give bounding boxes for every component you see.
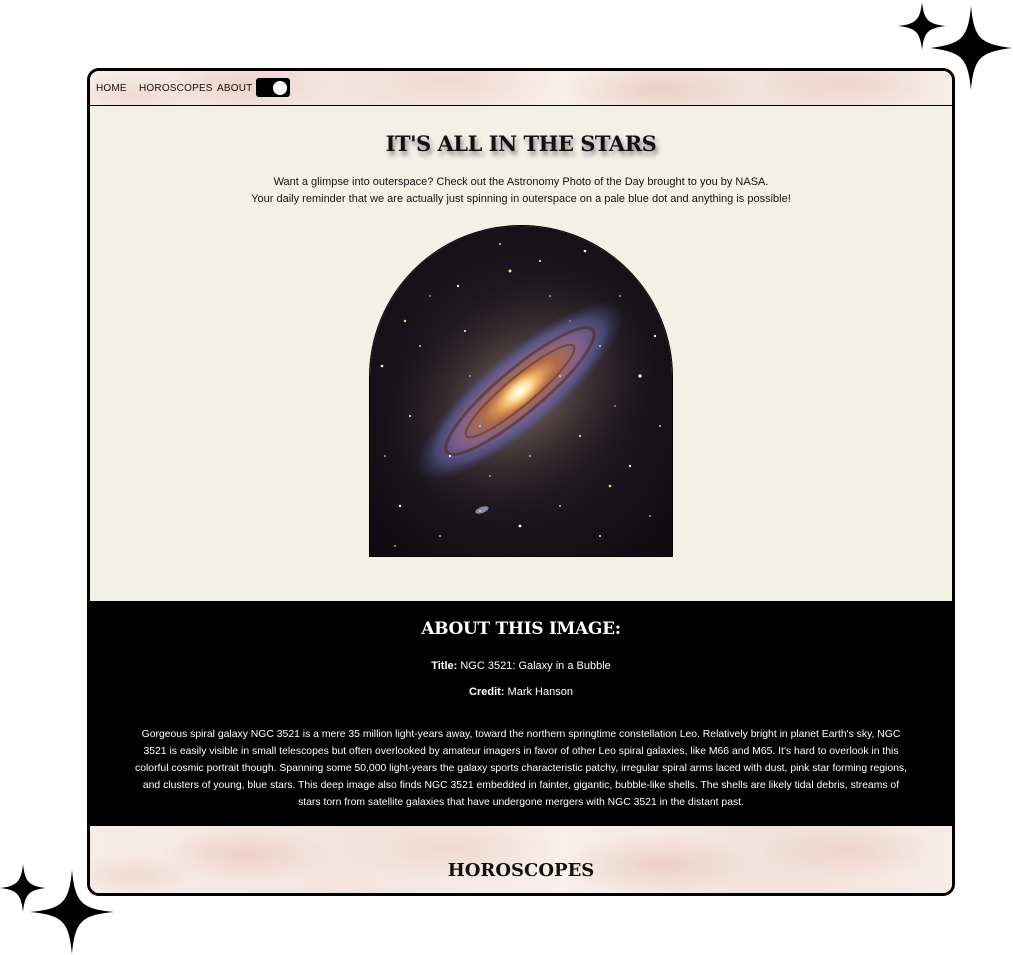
image-credit-label: Credit:	[469, 686, 505, 698]
about-image-heading: ABOUT THIS IMAGE:	[421, 619, 621, 639]
horoscopes-heading: HOROSCOPES	[447, 860, 595, 881]
galaxy-photo	[370, 226, 672, 556]
nav-horoscopes-link[interactable]: HOROSCOPES	[139, 83, 213, 94]
intro-text-line-2: Your daily reminder that we are actually…	[251, 193, 791, 205]
image-title-value: NGC 3521: Galaxy in a Bubble	[460, 660, 611, 672]
navbar: HOME HOROSCOPES ABOUT	[90, 71, 952, 106]
page-title: IT'S ALL IN THE STARS	[385, 131, 657, 156]
image-credit-value: Mark Hanson	[507, 686, 573, 698]
nav-home-link[interactable]: HOME	[96, 83, 127, 94]
theme-toggle[interactable]	[256, 78, 290, 97]
about-image-section: ABOUT THIS IMAGE: Title: NGC 3521: Galax…	[90, 601, 952, 826]
nav-about-link[interactable]: ABOUT	[217, 83, 252, 94]
horoscopes-section: HOROSCOPES	[90, 826, 952, 893]
image-title-label: Title:	[431, 660, 458, 672]
hero-section: IT'S ALL IN THE STARS Want a glimpse int…	[90, 106, 952, 601]
image-credit: Credit: Mark Hanson	[90, 686, 952, 698]
image-title: Title: NGC 3521: Galaxy in a Bubble	[90, 660, 952, 672]
intro-text-line-1: Want a glimpse into outerspace? Check ou…	[273, 176, 769, 188]
site-window: HOME HOROSCOPES ABOUT IT'S ALL IN THE ST…	[87, 68, 955, 896]
image-explanation: Gorgeous spiral galaxy NGC 3521 is a mer…	[135, 729, 907, 808]
apod-image	[369, 225, 673, 557]
toggle-knob	[273, 80, 287, 95]
